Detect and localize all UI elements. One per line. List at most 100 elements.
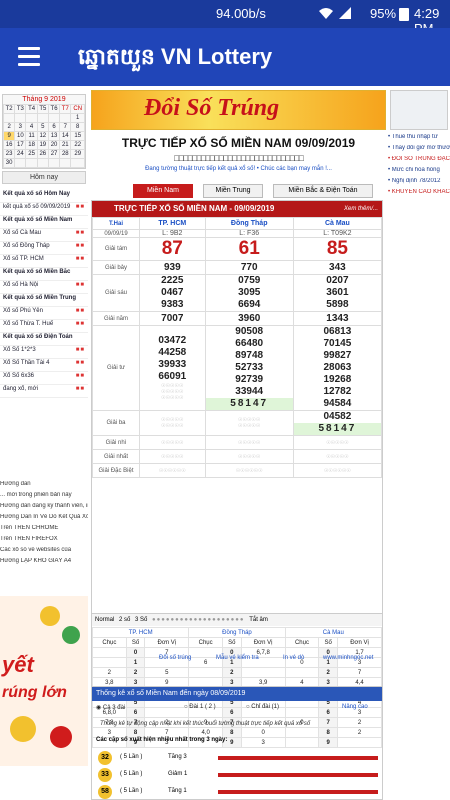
news-item[interactable]: • KHUYẾN CÁO KHÁCH HÀNG <box>388 189 450 200</box>
guide-link[interactable]: Hướng LẬP KHỔ GIẤY A4 <box>0 558 88 569</box>
status-dots: ■■ <box>75 321 85 327</box>
calendar-day[interactable]: 29 <box>70 149 85 159</box>
map-thumbnail[interactable] <box>390 90 448 130</box>
calendar-week: 30 <box>2 158 85 168</box>
prize-number: 1343 <box>326 312 349 324</box>
calendar-day[interactable]: 30 <box>2 158 16 168</box>
calendar-day[interactable]: 14 <box>59 131 72 141</box>
web-content[interactable]: Tháng 9 2019 T2 T3 T4 T5 T6 T7 CN 1 2 3 4 5 6 7 8 9 10 1… <box>0 86 450 800</box>
news-item[interactable]: • ĐỔI SỐ TRÚNG ĐẶC BIỆT <box>388 156 450 167</box>
menu-link[interactable]: Xổ số Thừa T. Huế ■■ <box>0 320 88 333</box>
link-minhngoc[interactable]: www.minhngoc.net <box>323 655 373 661</box>
normal-option[interactable]: Normal <box>95 617 114 623</box>
region-tabs: Miền Nam Miền Trung Miền Bắc & Điện Toán <box>133 184 378 198</box>
calendar-day[interactable]: 7 <box>59 122 72 132</box>
doi-so-trung-banner[interactable]: Đổi Số Trúng <box>91 90 386 130</box>
calendar-day[interactable]: 3 <box>14 122 27 132</box>
news-item[interactable]: • Thuế thu nhập từ <box>388 134 450 145</box>
guide-link[interactable]: Hướng Dẫn In Vé Dò Kết Quả Xổ <box>0 514 88 525</box>
calendar-day[interactable]: 12 <box>36 131 49 141</box>
province-name[interactable]: Đồng Tháp <box>204 217 294 230</box>
more-link[interactable]: Xem thêm/... <box>344 201 378 217</box>
menu-link[interactable]: Xổ số Cà Mau ■■ <box>0 229 88 242</box>
stats-times: ( 5 Lần ) <box>120 754 143 760</box>
menu-link[interactable]: Xổ số Phú Yên ■■ <box>0 307 88 320</box>
news-item[interactable]: • Mức chi hoa hồng <box>388 167 450 178</box>
calendar-day[interactable]: 1 <box>70 113 85 123</box>
menu-link[interactable]: đang xổ, mới ■■ <box>0 385 88 398</box>
menu-section[interactable]: Kết quả xổ số Miền Nam <box>0 216 88 229</box>
guide-link[interactable]: Trên TRÊN FIREFOX <box>0 536 88 547</box>
mute-button[interactable]: Tắt âm <box>249 617 268 623</box>
calendar-day[interactable]: 23 <box>2 149 16 159</box>
calendar-day[interactable]: 16 <box>2 140 16 150</box>
calendar-day[interactable]: 25 <box>25 149 38 159</box>
tab-mien-bac[interactable]: Miền Bắc & Điện Toán <box>273 184 373 198</box>
news-item[interactable]: • Thay đổi giờ mở thưởng <box>388 145 450 156</box>
calendar-day[interactable]: 20 <box>47 140 61 150</box>
tab-mien-nam[interactable]: Miền Nam <box>133 184 193 198</box>
radio-all[interactable]: ◉ Cả 3 đài <box>96 704 125 711</box>
menu-link[interactable]: kết quả xổ số 09/09/2019 ■■ <box>0 203 88 216</box>
prize-number: ☉☉☉☉☉☉ <box>235 467 263 474</box>
menu-link[interactable]: Xổ số Hà Nội ■■ <box>0 281 88 294</box>
prize-label: Giải nhất <box>92 449 140 464</box>
three-digit-option[interactable]: 3 Số <box>135 617 147 623</box>
calendar-day[interactable]: 11 <box>25 131 38 141</box>
guide-link[interactable]: Hướng dẫn đăng ký thành viên, in <box>0 503 88 514</box>
results-title: TRỰC TIẾP XỔ SỐ MIỀN NAM - 09/09/2019 <box>114 204 275 213</box>
menu-section[interactable]: Kết quả xổ số Miền Bắc <box>0 268 88 281</box>
calendar-day[interactable]: 9 <box>2 131 16 141</box>
guide-link[interactable]: ... mới trong phiên bản này <box>0 492 88 503</box>
calendar-day[interactable]: 24 <box>14 149 27 159</box>
calendar-day[interactable]: 13 <box>47 131 61 141</box>
link-in-ve-do[interactable]: In vé dò <box>283 655 304 661</box>
left-ad[interactable]: yết rúng lớn <box>0 596 88 766</box>
menu-link[interactable]: Xổ số Đồng Tháp ■■ <box>0 242 88 255</box>
results-box: TRỰC TIẾP XỔ SỐ MIỀN NAM - 09/09/2019 Xe… <box>91 200 383 748</box>
guide-link[interactable]: Hướng dẫn <box>0 481 88 492</box>
menu-link[interactable]: Xổ Số 1*2*3 ■■ <box>0 346 88 359</box>
main-column: Đổi Số Trúng TRỰC TIẾP XỔ SỐ MIỀN NAM 09… <box>91 86 386 800</box>
today-button[interactable]: Hôm nay <box>2 171 86 184</box>
calendar-day[interactable]: 2 <box>2 122 16 132</box>
calendar-day[interactable]: 17 <box>14 140 27 150</box>
calendar-day[interactable]: 22 <box>70 140 85 150</box>
menu-section[interactable]: Kết quả xổ số Hôm Nay <box>0 190 88 203</box>
menu-link[interactable]: Xổ số TP. HCM ■■ <box>0 255 88 268</box>
guide-link[interactable]: Các xổ số về websites của <box>0 547 88 558</box>
calendar-day[interactable]: 28 <box>59 149 72 159</box>
network-speed: 94.00b/s <box>216 6 266 21</box>
menu-link[interactable]: Xổ Số 6x36 ■■ <box>0 372 88 385</box>
calendar-day[interactable]: 5 <box>36 122 49 132</box>
calendar-day[interactable]: 18 <box>25 140 38 150</box>
menu-section[interactable]: Kết quả xổ số Miền Trung <box>0 294 88 307</box>
calendar-day[interactable]: 8 <box>70 122 85 132</box>
calendar-day[interactable]: 4 <box>25 122 38 132</box>
link-mau-ve[interactable]: Mẫu vé kiểm tra <box>216 655 259 661</box>
calendar-day[interactable]: 21 <box>59 140 72 150</box>
radio-dai1[interactable]: ○ Đài 1 ( 2 ) <box>184 704 216 710</box>
guide-link[interactable]: Trên TRÊN CHROME <box>0 525 88 536</box>
prize-number: 12782 <box>323 386 352 397</box>
province-name[interactable]: TP. HCM <box>139 217 206 230</box>
prize-number: 28063 <box>323 362 352 373</box>
calendar-day[interactable]: 27 <box>47 149 61 159</box>
hamburger-menu-icon[interactable] <box>18 47 40 67</box>
calendar-day[interactable]: 15 <box>70 131 85 141</box>
link-doi-so-trung[interactable]: Đổi số trúng <box>159 655 191 661</box>
news-list: • Thuế thu nhập từ • Thay đổi giờ mở thưở… <box>388 134 450 200</box>
news-item[interactable]: • Nghị định 78/2012 <box>388 178 450 189</box>
menu-section[interactable]: Kết quả xổ số Điện Toán <box>0 333 88 346</box>
calendar-day[interactable]: 19 <box>36 140 49 150</box>
tab-mien-trung[interactable]: Miền Trung <box>203 184 263 198</box>
province-name[interactable]: Cà Mau <box>292 217 383 230</box>
calendar-day[interactable]: 10 <box>14 131 27 141</box>
digit-cell: 2 <box>125 667 146 678</box>
calendar-day[interactable]: 6 <box>47 122 61 132</box>
calendar-day[interactable]: 26 <box>36 149 49 159</box>
two-digit-option[interactable]: 2 số <box>119 617 130 623</box>
advanced-link[interactable]: Nâng cao <box>342 704 368 710</box>
radio-chi-dai[interactable]: ○ Chỉ đài (1) <box>246 704 279 710</box>
menu-link[interactable]: Xổ Số Thần Tài 4 ■■ <box>0 359 88 372</box>
